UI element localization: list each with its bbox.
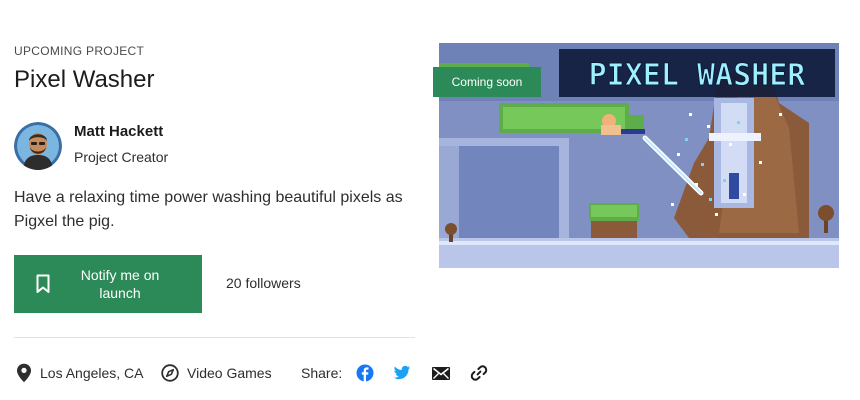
creator-role: Project Creator — [74, 149, 169, 165]
compass-icon — [161, 364, 179, 382]
divider — [14, 337, 415, 338]
facebook-share[interactable] — [356, 364, 374, 382]
map-pin-icon — [17, 363, 31, 383]
notify-button[interactable]: Notify me on launch — [14, 255, 202, 313]
category[interactable]: Video Games — [161, 362, 272, 384]
category-label: Video Games — [187, 365, 272, 381]
location-label: Los Angeles, CA — [40, 365, 144, 381]
share-label: Share: — [301, 365, 343, 381]
link-icon — [470, 365, 488, 381]
bookmark-icon — [36, 274, 50, 293]
followers-count: 20 followers — [226, 275, 301, 291]
twitter-share[interactable] — [393, 364, 411, 382]
avatar[interactable] — [14, 122, 62, 170]
project-blurb: Have a relaxing time power washing beaut… — [14, 189, 403, 230]
notify-button-label: Notify me on launch — [80, 267, 160, 301]
project-title: Pixel Washer — [14, 66, 155, 93]
email-icon — [432, 367, 450, 380]
facebook-icon — [356, 364, 374, 382]
copy-link-share[interactable] — [470, 364, 488, 382]
twitter-icon — [393, 365, 411, 380]
creator-name[interactable]: Matt Hackett — [74, 123, 163, 140]
project-eyebrow: UPCOMING PROJECT — [14, 44, 145, 58]
coming-soon-badge: Coming soon — [433, 67, 541, 97]
location[interactable]: Los Angeles, CA — [16, 362, 144, 384]
hero-logo: PIXEL WASHER — [589, 58, 807, 93]
email-share[interactable] — [431, 364, 450, 382]
